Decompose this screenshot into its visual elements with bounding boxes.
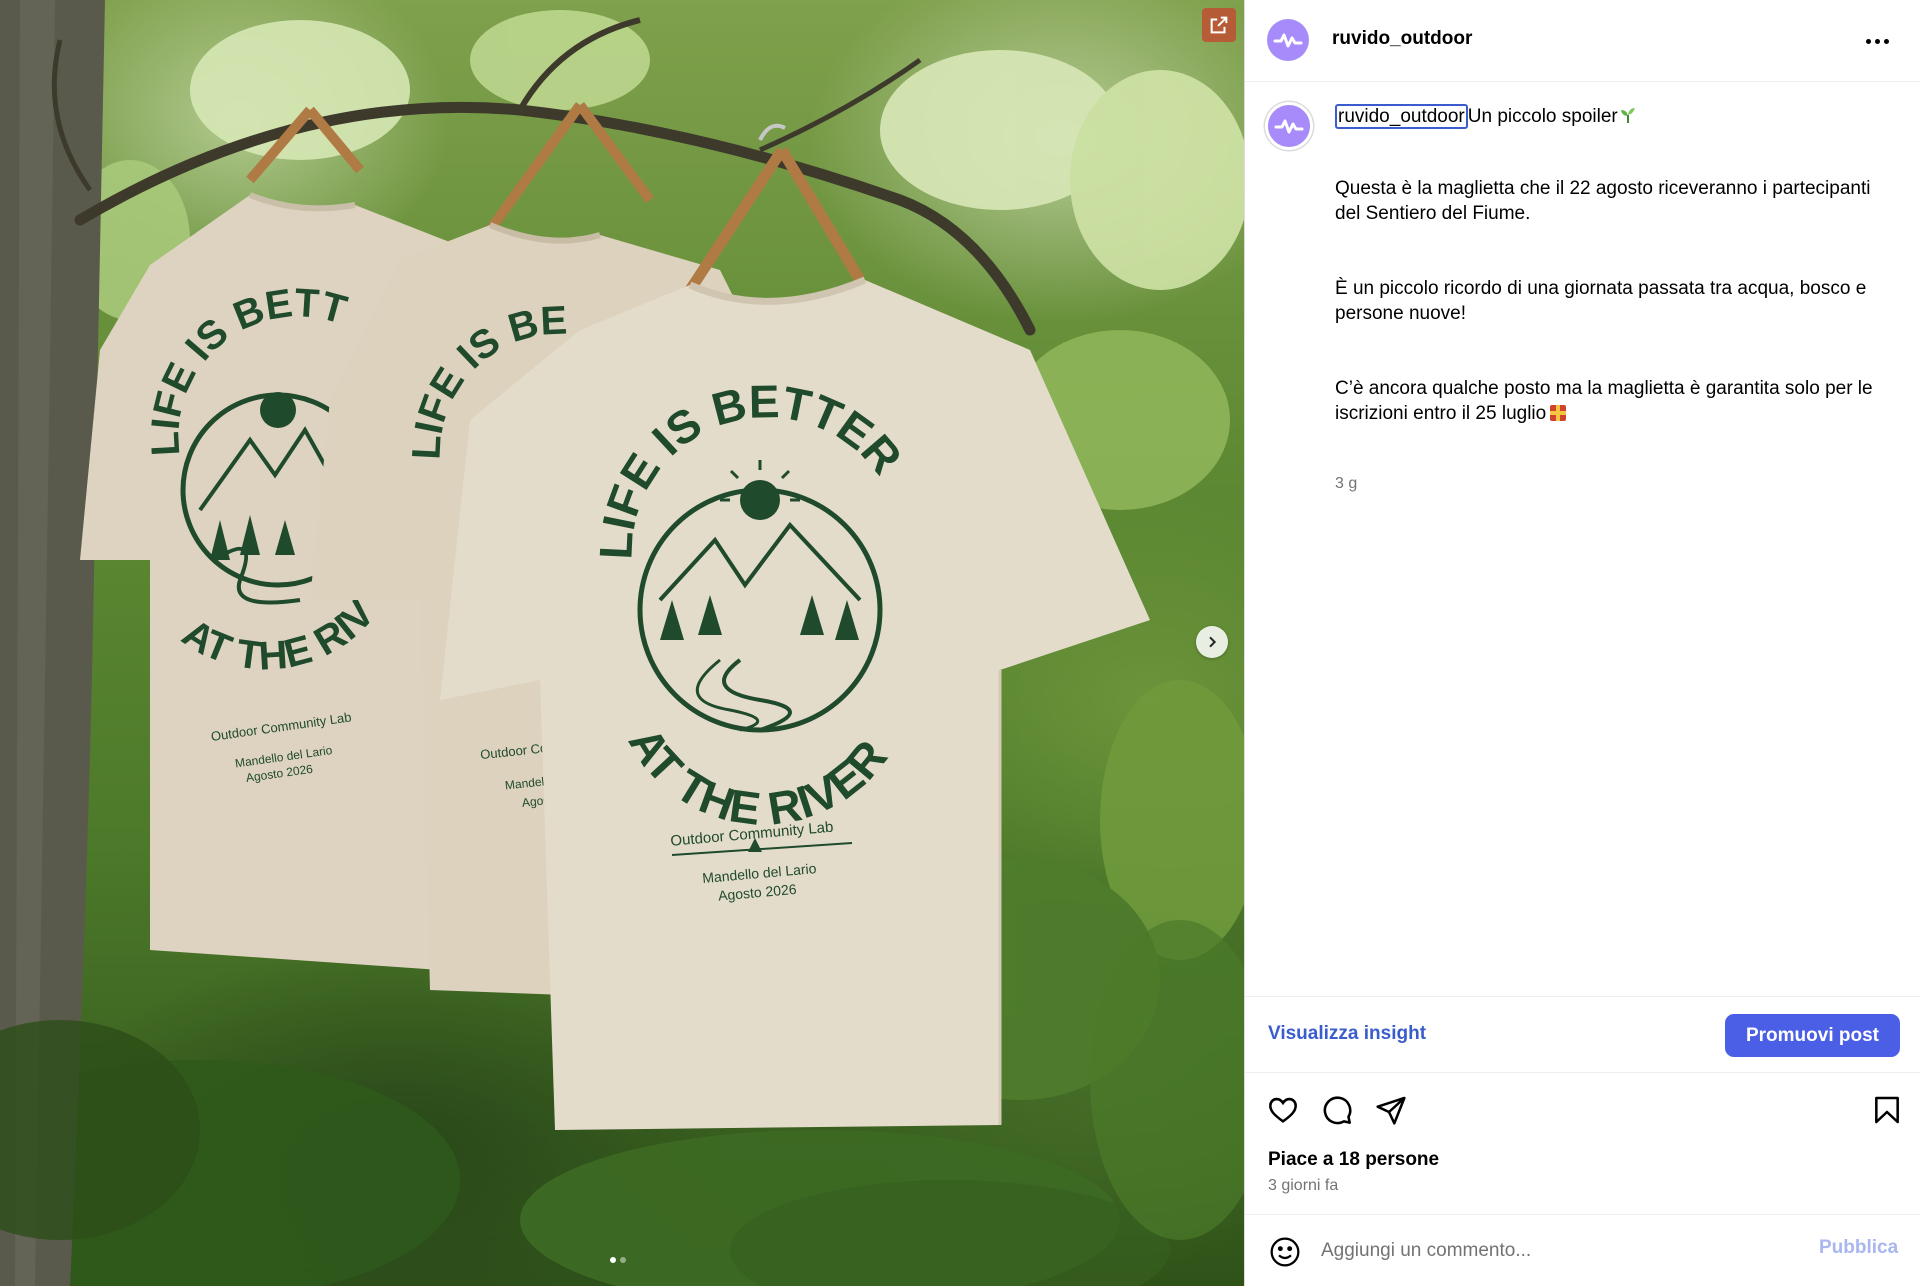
carousel-indicator bbox=[610, 1257, 626, 1263]
comment-icon bbox=[1323, 1096, 1352, 1125]
action-bar bbox=[1245, 1090, 1920, 1132]
caption-timestamp[interactable]: 3 g bbox=[1335, 471, 1895, 496]
insights-bar: Visualizza insight Promuovi post bbox=[1245, 996, 1920, 1073]
caption-title: Un piccolo spoiler bbox=[1467, 106, 1618, 127]
bookmark-icon bbox=[1875, 1096, 1899, 1124]
caption-paragraph-2: È un piccolo ricordo di una giornata pas… bbox=[1335, 278, 1867, 324]
post-header: ruvido_outdoor bbox=[1245, 0, 1920, 82]
gift-emoji-icon bbox=[1550, 405, 1567, 421]
publish-button[interactable]: Pubblica bbox=[1819, 1237, 1898, 1259]
share-button[interactable] bbox=[1371, 1090, 1411, 1130]
post-caption: ruvido_outdoor Un piccolo spoiler Questa … bbox=[1335, 104, 1895, 496]
save-button[interactable] bbox=[1867, 1090, 1907, 1130]
sprout-emoji-icon bbox=[1620, 108, 1635, 123]
waveform-logo-icon bbox=[1274, 119, 1304, 134]
header-username[interactable]: ruvido_outdoor bbox=[1332, 28, 1472, 50]
carousel-dot-1 bbox=[610, 1257, 616, 1263]
caption-paragraph-3: C’è ancora qualche posto ma la maglietta… bbox=[1335, 378, 1873, 424]
external-link-icon[interactable] bbox=[1202, 8, 1236, 42]
post-details-panel: ruvido_outdoor ruvido_outdoor Un piccolo … bbox=[1244, 0, 1920, 1286]
heart-icon bbox=[1269, 1097, 1297, 1123]
like-button[interactable] bbox=[1263, 1090, 1303, 1130]
post-media[interactable]: LIFE IS BETT AT THE RIVE Outdoor Communi… bbox=[0, 0, 1244, 1286]
promote-post-button[interactable]: Promuovi post bbox=[1725, 1014, 1900, 1057]
chevron-right-icon bbox=[1209, 636, 1217, 648]
carousel-dot-2 bbox=[620, 1257, 626, 1263]
comment-input[interactable] bbox=[1321, 1235, 1801, 1267]
more-horizontal-icon[interactable] bbox=[1857, 26, 1897, 56]
next-image-button[interactable] bbox=[1196, 626, 1228, 658]
caption-username[interactable]: ruvido_outdoor bbox=[1335, 104, 1468, 129]
likes-count[interactable]: Piace a 18 persone bbox=[1268, 1149, 1439, 1171]
post-time-ago: 3 giorni fa bbox=[1268, 1177, 1339, 1194]
comment-bar: Pubblica bbox=[1245, 1214, 1920, 1286]
waveform-logo-icon bbox=[1273, 33, 1303, 48]
emoji-button[interactable] bbox=[1265, 1232, 1305, 1272]
caption-avatar[interactable] bbox=[1265, 102, 1313, 150]
view-insights-link[interactable]: Visualizza insight bbox=[1268, 1023, 1426, 1045]
emoji-icon bbox=[1270, 1237, 1300, 1267]
post-photo: LIFE IS BETT AT THE RIVE Outdoor Communi… bbox=[0, 0, 1244, 1286]
caption-paragraph-1: Questa è la maglietta che il 22 agosto r… bbox=[1335, 178, 1871, 224]
share-icon bbox=[1376, 1096, 1406, 1125]
comment-button[interactable] bbox=[1317, 1090, 1357, 1130]
avatar[interactable] bbox=[1267, 19, 1309, 61]
